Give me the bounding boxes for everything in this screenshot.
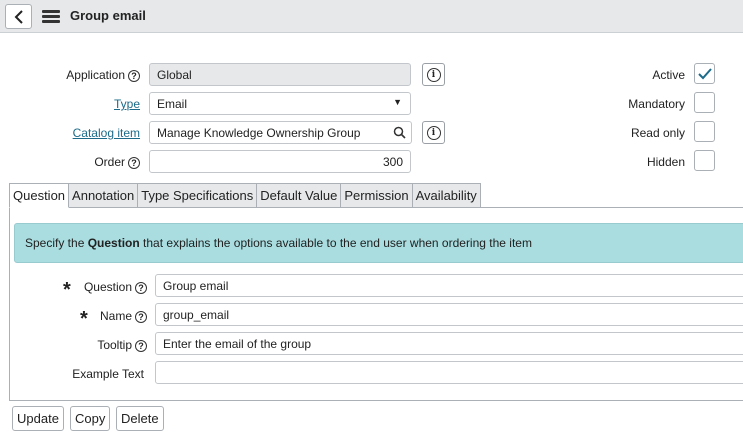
help-icon[interactable]: ? bbox=[128, 69, 140, 82]
application-info-button[interactable]: i bbox=[422, 63, 445, 86]
example-text-label: Example Text bbox=[72, 367, 144, 381]
help-icon[interactable]: ? bbox=[135, 339, 147, 352]
type-select-value: Email bbox=[157, 97, 188, 111]
tab-type-specifications[interactable]: Type Specifications bbox=[138, 183, 258, 208]
tab-annotation[interactable]: Annotation bbox=[69, 183, 139, 208]
mandatory-checkbox[interactable] bbox=[694, 92, 715, 113]
question-field[interactable]: Group email bbox=[155, 274, 743, 297]
required-asterisk-icon: * bbox=[63, 279, 71, 301]
hidden-label: Hidden bbox=[646, 155, 685, 169]
tab-availability[interactable]: Availability bbox=[412, 183, 481, 208]
name-label: Name? bbox=[100, 309, 147, 323]
tab-question[interactable]: Question bbox=[9, 183, 70, 208]
dropdown-arrow-icon: ▼ bbox=[393, 97, 402, 107]
order-field[interactable]: 300 bbox=[149, 150, 411, 173]
application-label: Application? bbox=[66, 68, 140, 82]
required-asterisk-icon: * bbox=[80, 308, 88, 330]
help-icon[interactable]: ? bbox=[135, 310, 147, 323]
page-title: Group email bbox=[70, 8, 146, 23]
active-label: Active bbox=[652, 68, 685, 82]
checkmark-icon bbox=[698, 68, 712, 80]
back-button[interactable] bbox=[5, 4, 32, 29]
copy-button[interactable]: Copy bbox=[70, 406, 111, 431]
name-field[interactable]: group_email bbox=[155, 303, 743, 326]
info-banner: Specify the Question that explains the o… bbox=[14, 223, 743, 263]
tab-bar: Question Annotation Type Specifications … bbox=[9, 183, 481, 208]
hidden-checkbox[interactable] bbox=[694, 150, 715, 171]
read-only-checkbox[interactable] bbox=[694, 121, 715, 142]
delete-button[interactable]: Delete bbox=[116, 406, 164, 431]
hamburger-menu-icon[interactable] bbox=[42, 10, 60, 24]
type-select[interactable]: Email ▼ bbox=[149, 92, 411, 115]
order-label: Order? bbox=[94, 155, 140, 169]
catalog-item-label-link[interactable]: Catalog item bbox=[73, 126, 140, 140]
header-bar: Group email bbox=[0, 0, 743, 33]
active-checkbox[interactable] bbox=[694, 63, 715, 84]
tab-permission[interactable]: Permission bbox=[341, 183, 413, 208]
tab-default-value[interactable]: Default Value bbox=[257, 183, 342, 208]
info-icon: i bbox=[426, 125, 441, 140]
read-only-label: Read only bbox=[630, 126, 685, 140]
chevron-left-icon bbox=[14, 9, 23, 24]
search-icon bbox=[393, 126, 406, 139]
catalog-item-field[interactable]: Manage Knowledge Ownership Group bbox=[149, 121, 389, 144]
catalog-item-lookup-button[interactable] bbox=[388, 121, 412, 144]
catalog-item-info-button[interactable]: i bbox=[422, 121, 445, 144]
help-icon[interactable]: ? bbox=[135, 281, 147, 294]
type-label-link[interactable]: Type bbox=[114, 97, 140, 111]
info-icon: i bbox=[426, 67, 441, 82]
application-field: Global bbox=[149, 63, 411, 86]
tooltip-field[interactable]: Enter the email of the group bbox=[155, 332, 743, 355]
question-label: Question? bbox=[84, 280, 147, 294]
help-icon[interactable]: ? bbox=[128, 156, 140, 169]
tooltip-label: Tooltip? bbox=[97, 338, 147, 352]
example-text-field[interactable] bbox=[155, 361, 743, 384]
mandatory-label: Mandatory bbox=[628, 97, 685, 111]
update-button[interactable]: Update bbox=[12, 406, 64, 431]
